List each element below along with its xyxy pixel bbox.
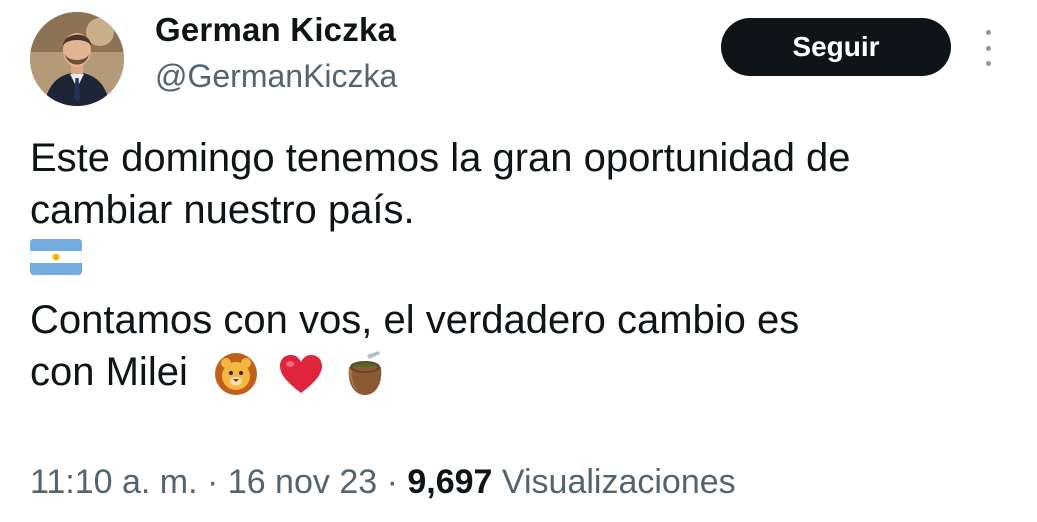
avatar[interactable]: [30, 12, 124, 106]
author-handle[interactable]: @GermanKiczka: [155, 56, 397, 96]
ellipsis-dot: [985, 30, 991, 35]
author-info: German Kiczka @GermanKiczka: [155, 10, 397, 96]
tweet-line: cambiar nuestro país.: [30, 188, 415, 232]
tweet-text: Este domingo tenemos la gran oportunidad…: [29, 132, 1020, 398]
ellipsis-dot: [985, 45, 991, 51]
views-count[interactable]: 9,697: [407, 463, 492, 501]
tweet-line: con Milei: [30, 350, 188, 394]
tweet-last-line: con Milei: [30, 346, 1020, 398]
meta-separator: ·: [197, 463, 228, 501]
flag-line: [29, 236, 1020, 294]
profile-photo-icon: [30, 12, 124, 106]
views-label[interactable]: Visualizaciones: [502, 463, 736, 501]
follow-button[interactable]: Seguir: [721, 18, 951, 76]
tweet-meta: 11:10 a. m. · 16 nov 23 · 9,697 Visualiz…: [30, 458, 736, 506]
tweet-line: Contamos con vos, el verdadero cambio es: [30, 298, 800, 342]
tweet-date[interactable]: 16 nov 23: [228, 463, 377, 501]
author-display-name[interactable]: German Kiczka: [155, 10, 397, 50]
meta-separator: ·: [377, 463, 408, 501]
tweet-line: Este domingo tenemos la gran oportunidad…: [30, 136, 851, 180]
lion-emoji-icon: [214, 353, 257, 396]
argentina-flag-icon: [29, 238, 83, 276]
mate-emoji-icon: [348, 351, 382, 396]
ellipsis-dot: [985, 61, 991, 66]
red-heart-emoji-icon: [280, 355, 323, 394]
vertical-ellipsis-icon[interactable]: [976, 30, 1000, 66]
tweet-time[interactable]: 11:10 a. m.: [30, 463, 198, 501]
tweet-card: German Kiczka @GermanKiczka Seguir Este …: [0, 0, 1037, 522]
